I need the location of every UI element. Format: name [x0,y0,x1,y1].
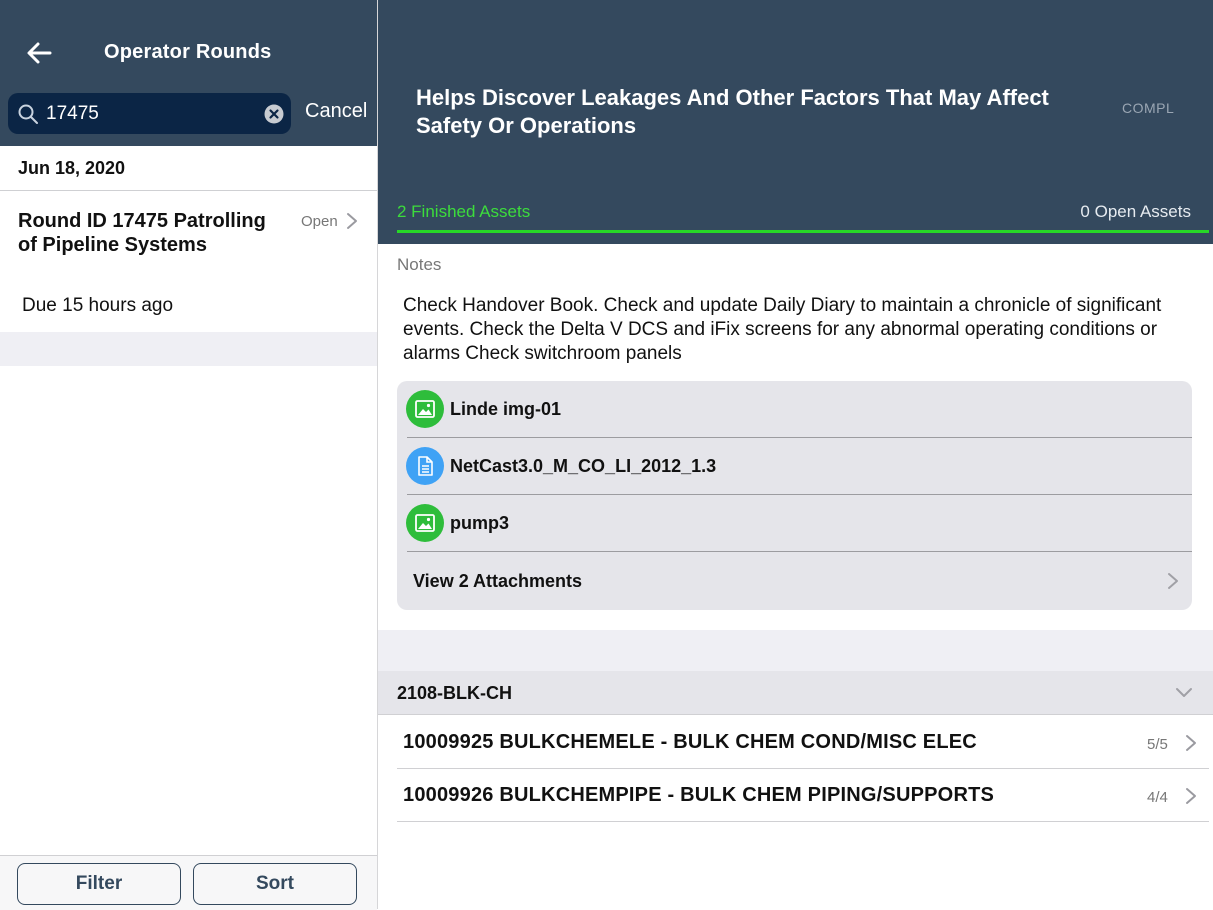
round-due-label: Due 15 hours ago [22,295,174,316]
round-title: Round ID 17475 Patrolling of Pipeline Sy… [18,210,266,256]
attachment-name: NetCast3.0_M_CO_LI_2012_1.3 [450,456,717,476]
search-input[interactable] [44,100,258,128]
chevron-right-icon [1186,735,1196,751]
list-spacer [0,332,377,366]
view-attachments-button[interactable]: View 2 Attachments [413,571,582,592]
notes-text: Check Handover Book. Check and update Da… [403,295,1162,364]
tab-finished-assets[interactable]: 2 Finished Assets [397,202,530,222]
attachment-name: Linde img-01 [450,399,562,419]
cancel-search-button[interactable]: Cancel [305,100,367,123]
round-list-item[interactable]: Round ID 17475 Patrolling of Pipeline Sy… [0,191,377,332]
asset-name: 10009926 BULKCHEMPIPE - BULK CHEM PIPING… [403,784,995,806]
clear-search-icon[interactable] [264,104,284,124]
asset-progress-count: 4/4 [1147,789,1168,806]
completion-status-label: COMPL [1122,100,1175,116]
attachments-card: Linde img-01 NetCast3.0_M_CO_LI_2012_1.3 [397,381,1192,610]
round-detail-pane: Helps Discover Leakages And Other Factor… [378,0,1213,909]
divider [407,551,1192,552]
date-header-label: Jun 18, 2020 [18,158,126,178]
search-icon [18,104,38,124]
chevron-down-icon [1176,688,1192,697]
page-title: Operator Rounds [104,41,272,63]
detail-header: Helps Discover Leakages And Other Factor… [378,0,1213,244]
asset-list-item[interactable]: 10009926 BULKCHEMPIPE - BULK CHEM PIPING… [397,768,1209,822]
document-icon [406,447,444,485]
tab-open-assets[interactable]: 0 Open Assets [1080,202,1191,222]
attachment-item[interactable]: NetCast3.0_M_CO_LI_2012_1.3 [397,438,1192,495]
chevron-right-icon [1168,573,1178,589]
notes-label: Notes [397,255,442,274]
attachment-name: pump3 [450,513,510,533]
section-spacer [378,630,1213,671]
date-section-header: Jun 18, 2020 [0,146,377,191]
chevron-right-icon [1186,788,1196,804]
back-arrow-icon[interactable] [26,41,52,65]
attachment-item[interactable]: pump3 [397,495,1192,552]
detail-title: Helps Discover Leakages And Other Factor… [416,85,1049,138]
image-icon [406,390,444,428]
tab-selection-indicator [397,230,1209,233]
search-field[interactable] [8,93,291,134]
attachment-item[interactable]: Linde img-01 [397,381,1192,438]
left-header: Operator Rounds Cancel [0,0,377,146]
image-icon [406,504,444,542]
asset-progress-count: 5/5 [1147,736,1168,753]
asset-group-header[interactable]: 2108-BLK-CH [378,671,1213,715]
round-status-label: Open [301,213,338,230]
list-footer: Filter Sort [0,855,377,910]
chevron-right-icon [347,213,357,229]
sort-button[interactable]: Sort [193,863,357,905]
asset-group-title: 2108-BLK-CH [397,683,513,703]
rounds-list-pane: Operator Rounds Cancel Jun 18, 2020 Roun… [0,0,378,910]
asset-list-item[interactable]: 10009925 BULKCHEMELE - BULK CHEM COND/MI… [397,715,1209,769]
filter-button[interactable]: Filter [17,863,181,905]
asset-name: 10009925 BULKCHEMELE - BULK CHEM COND/MI… [403,731,977,753]
